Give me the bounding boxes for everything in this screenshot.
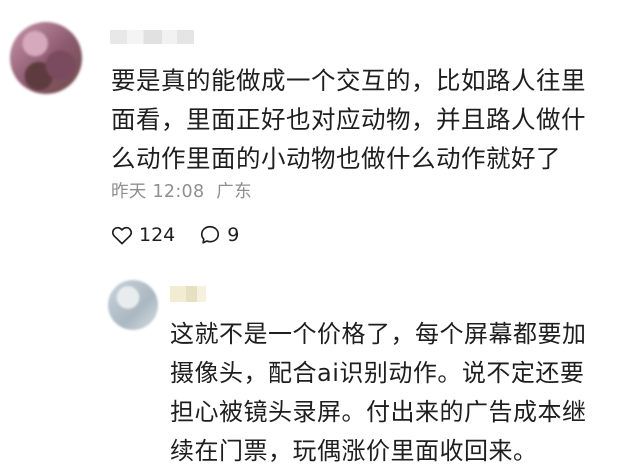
reply-text: 这就不是一个价格了，每个屏幕都要加 摄像头，配合ai识别动作。说不定还要 担心被… [170, 320, 587, 465]
like-count: 124 [139, 224, 176, 246]
heart-outline-icon [111, 225, 133, 245]
comment-location: 广东 [216, 182, 252, 202]
comment-time: 昨天 12:08 [111, 182, 205, 202]
like-button[interactable]: 124 [111, 224, 175, 246]
reply-button[interactable]: 9 [199, 224, 239, 246]
reply-count: 9 [227, 224, 240, 246]
comment-meta: 昨天 12:08 广东 [111, 178, 252, 203]
commenter-name-blurred[interactable] [110, 30, 194, 44]
reply-avatar[interactable] [108, 280, 158, 330]
comment-text: 要是真的能做成一个交互的，比如路人往里 面看，里面正好也对应动物，并且路人做什 … [111, 66, 586, 173]
reply-name-blurred[interactable] [170, 286, 206, 302]
speech-bubble-icon [199, 224, 221, 246]
comment-actions: 124 9 [111, 224, 263, 246]
commenter-avatar[interactable] [10, 22, 82, 94]
